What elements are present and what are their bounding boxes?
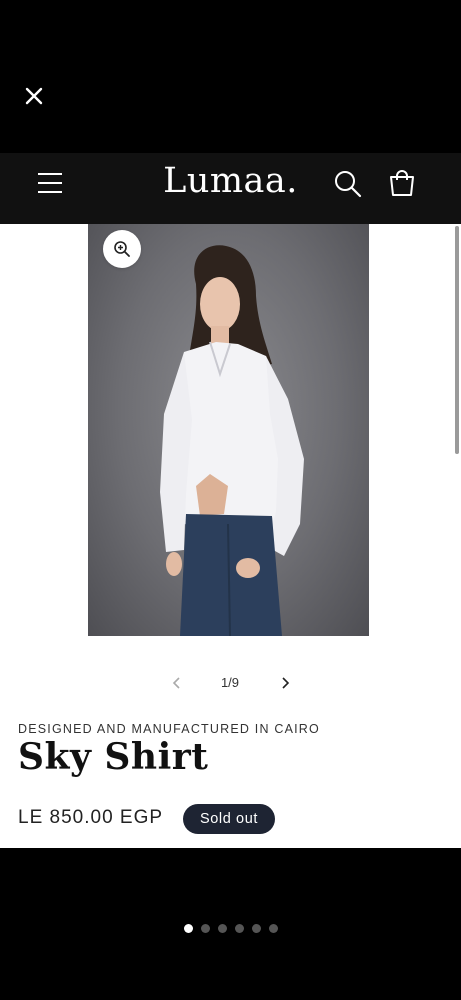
page-dot[interactable] [268,924,278,933]
close-button[interactable] [22,84,46,108]
product-price: LE 850.00 EGP [18,807,164,828]
page-dot[interactable] [217,924,227,933]
slider-next-button[interactable] [276,674,294,692]
product-photo [160,245,304,636]
chevron-left-icon [172,677,180,689]
cart-button[interactable] [387,168,417,198]
zoom-in-icon [114,241,130,257]
product-title: Sky Shirt [18,736,209,778]
shopping-bag-icon [390,170,414,196]
search-button[interactable] [333,169,363,199]
scrollbar-thumb[interactable] [455,226,459,454]
zoom-button[interactable] [103,230,141,268]
page-dot[interactable] [234,924,244,933]
page-dot[interactable] [183,924,193,933]
close-icon [25,87,43,105]
slider-counter: 1/9 [220,675,240,690]
page-indicator [0,924,461,933]
page-dot[interactable] [251,924,261,933]
chevron-right-icon [282,677,290,689]
slider-prev-button[interactable] [168,674,186,692]
product-image[interactable] [88,224,369,636]
product-page: 1/9 DESIGNED AND MANUFACTURED IN CAIRO S… [0,224,461,848]
store-header: Lumaa. [0,153,461,224]
search-icon [335,171,362,198]
product-vendor: DESIGNED AND MANUFACTURED IN CAIRO [18,722,320,736]
page-dot[interactable] [200,924,210,933]
sold-out-badge: Sold out [183,804,276,834]
